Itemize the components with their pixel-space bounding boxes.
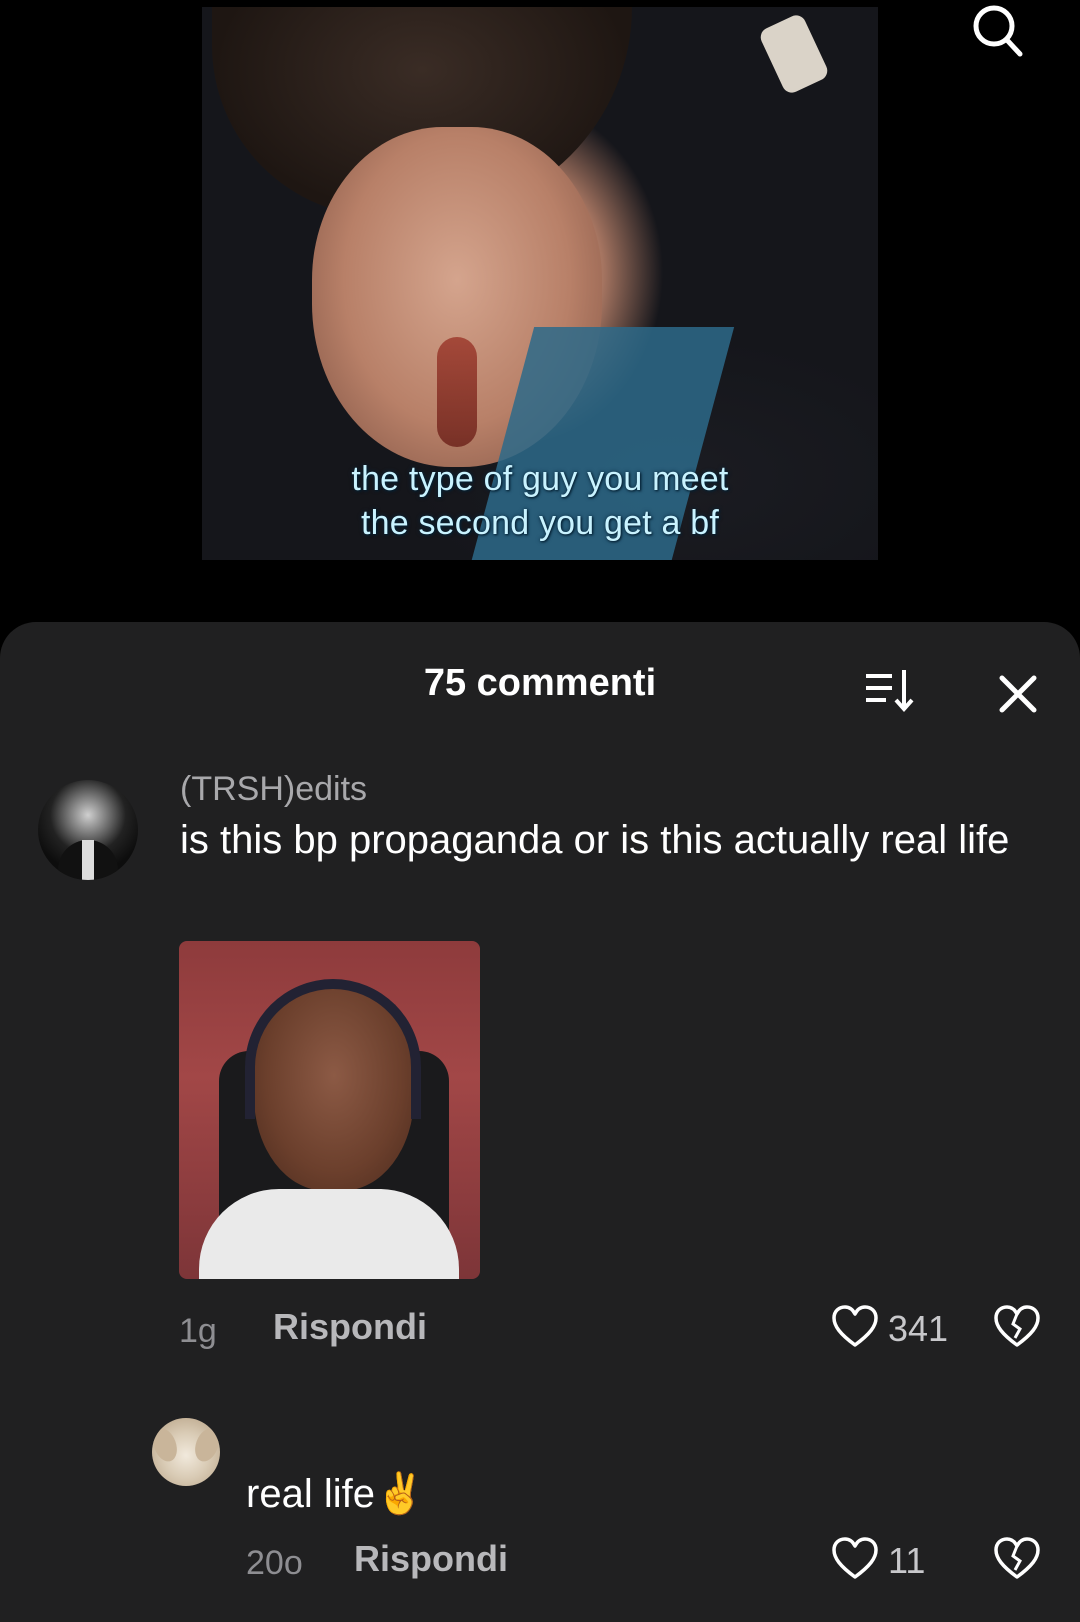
commenter-avatar[interactable] bbox=[38, 780, 138, 880]
like-button[interactable]: 341 bbox=[830, 1302, 950, 1352]
video-ceiling-light bbox=[757, 12, 831, 96]
heart-icon bbox=[832, 1305, 878, 1347]
broken-heart-icon bbox=[994, 1305, 1040, 1347]
reply-like-button[interactable]: 11 bbox=[830, 1534, 950, 1584]
video-player[interactable]: the type of guy you meet the second you … bbox=[0, 0, 1080, 640]
video-subtitle-line-2: the second you get a bf bbox=[360, 504, 720, 542]
reply-dislike-button[interactable] bbox=[992, 1534, 1042, 1584]
comments-count-title: 75 commenti bbox=[423, 662, 657, 704]
close-button[interactable] bbox=[990, 666, 1046, 722]
search-button[interactable] bbox=[966, 0, 1030, 64]
reply-like-count: 11 bbox=[888, 1540, 926, 1581]
dislike-button[interactable] bbox=[992, 1302, 1042, 1352]
avatar-shirt bbox=[82, 840, 94, 880]
video-figure-blood bbox=[437, 337, 477, 447]
video-subtitle-line-1: the type of guy you meet bbox=[351, 460, 729, 498]
broken-heart-icon bbox=[994, 1537, 1040, 1579]
close-icon bbox=[999, 675, 1037, 713]
sort-button[interactable] bbox=[862, 666, 916, 716]
gif-headset bbox=[245, 979, 421, 1119]
reply-text: real life✌️ bbox=[246, 1472, 425, 1516]
comment-time: 1g bbox=[179, 1312, 217, 1350]
comment-username[interactable]: (TRSH)edits bbox=[180, 770, 367, 809]
avatar-ear-right bbox=[190, 1425, 220, 1465]
comment-gif[interactable] bbox=[179, 941, 480, 1279]
reply-time: 20o bbox=[246, 1544, 303, 1582]
comments-sheet: 75 commenti (TRSH)edits is this bp propa… bbox=[0, 622, 1080, 1622]
avatar-ear-left bbox=[152, 1425, 182, 1465]
gif-tshirt bbox=[199, 1189, 459, 1279]
sort-icon bbox=[866, 670, 914, 713]
comment-text: is this bp propaganda or is this actuall… bbox=[180, 818, 1010, 862]
like-count: 341 bbox=[888, 1308, 949, 1349]
reply-reply-button[interactable]: Rispondi bbox=[354, 1538, 508, 1580]
search-icon bbox=[973, 5, 1023, 57]
video-frame[interactable]: the type of guy you meet the second you … bbox=[202, 7, 878, 560]
heart-icon bbox=[832, 1537, 878, 1579]
replier-avatar[interactable] bbox=[152, 1418, 220, 1486]
reply-button[interactable]: Rispondi bbox=[273, 1306, 427, 1348]
